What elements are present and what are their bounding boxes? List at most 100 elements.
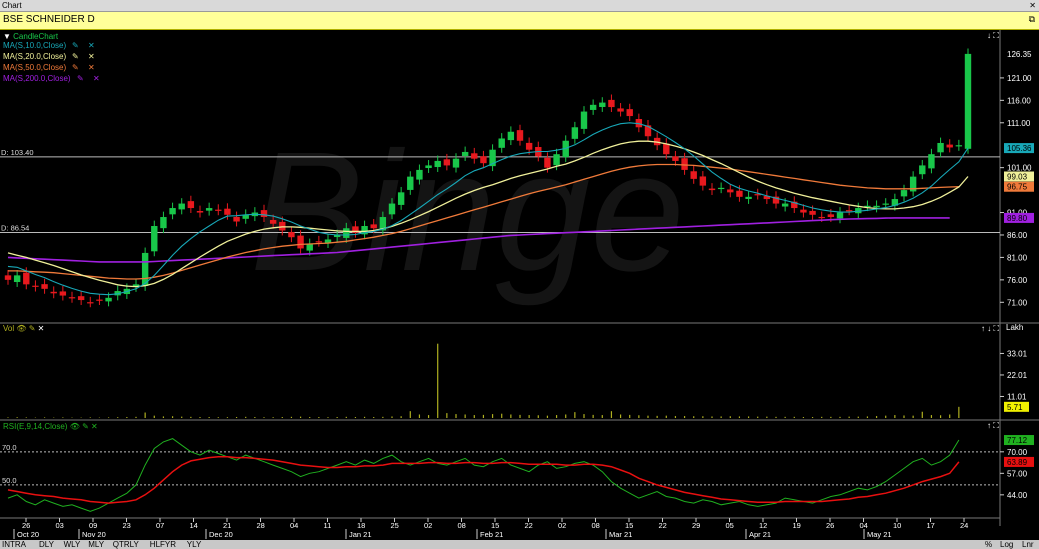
price-badge-label: 96.75	[1007, 183, 1028, 192]
x-tick-label: 25	[391, 521, 399, 530]
candle	[297, 235, 304, 249]
x-tick-label: 14	[190, 521, 198, 530]
candle	[434, 160, 441, 168]
volume-tick-label: 33.01	[1007, 349, 1028, 358]
timeframe-tab-dly[interactable]: DLY	[39, 540, 54, 549]
price-badge-label: 89.80	[1007, 214, 1028, 223]
candle	[397, 192, 405, 205]
candle	[827, 214, 835, 218]
rsi-tick-label: 70.00	[1007, 448, 1028, 457]
reference-line-label: D: 86.54	[1, 224, 29, 233]
candle	[809, 210, 816, 215]
timeframe-tab-yly[interactable]: YLY	[187, 540, 202, 549]
candle	[873, 205, 880, 208]
candle	[589, 104, 597, 110]
panel-control-icon[interactable]: ↓ ⛶	[987, 31, 999, 40]
panel-control-icon[interactable]: ↑ ↓ ⛶	[981, 324, 999, 333]
candle	[233, 216, 240, 222]
candle	[105, 297, 112, 302]
candle	[836, 212, 844, 219]
legend-ma10: MA(S,10.0,Close)	[3, 41, 66, 50]
panel-control-icon[interactable]: ↑ ⛶	[987, 421, 999, 430]
scale-toggle-log[interactable]: Log	[1000, 540, 1013, 549]
x-tick-label: 18	[357, 521, 365, 530]
price-tick-label: 86.00	[1007, 231, 1028, 240]
candle	[370, 224, 377, 229]
x-tick-label: 23	[123, 521, 131, 530]
volume-tick-label: 11.01	[1007, 392, 1027, 401]
volume-label: Vol 👁 ✎ ✕	[3, 324, 44, 333]
candle	[525, 142, 533, 150]
candle	[544, 157, 551, 168]
price-tick-label: 116.00	[1007, 96, 1031, 105]
x-tick-label: 19	[793, 521, 801, 530]
pencil-icon: ✎	[77, 74, 84, 83]
candle	[818, 216, 825, 219]
pencil-icon: ✎	[72, 52, 79, 61]
candle	[461, 151, 469, 156]
timeframe-tab-qtrly[interactable]: QTRLY	[113, 540, 139, 549]
candle	[452, 158, 460, 168]
x-tick-label: 02	[424, 521, 432, 530]
reference-line-label: D: 103.40	[1, 148, 34, 157]
x-month-label: Nov 20	[82, 530, 106, 539]
x-tick-label: 02	[558, 521, 566, 530]
candle	[672, 156, 679, 161]
bottom-toolbar: INTRA DLY WLY MLY QTRLY HLFYR YLY% Log Lnr	[0, 540, 1039, 549]
x-month-label: May 21	[867, 530, 892, 539]
pin-icon[interactable]: ⧉	[1029, 14, 1035, 25]
price-tick-label: 121.00	[1007, 74, 1032, 83]
rsi-tick-label: 57.00	[1007, 469, 1028, 478]
timeframe-tab-mly[interactable]: MLY	[88, 540, 104, 549]
pencil-icon: ✎	[72, 63, 79, 72]
x-month-label: Oct 20	[17, 530, 39, 539]
candle	[443, 159, 451, 166]
candle	[388, 203, 396, 215]
remove-icon: ✕	[88, 63, 95, 72]
symbol-name: BSE SCHNEIDER D	[3, 14, 95, 25]
scale-toggle-lnr[interactable]: Lnr	[1022, 540, 1034, 549]
close-icon[interactable]: ✕	[1029, 0, 1036, 11]
candle	[690, 171, 697, 179]
x-tick-label: 28	[257, 521, 265, 530]
candle	[626, 109, 633, 117]
rsi-label: RSI(E,9,14,Close) 👁 ✎ ✕	[3, 422, 98, 431]
x-tick-label: 05	[726, 521, 734, 530]
candle	[59, 291, 67, 296]
candle	[736, 190, 743, 197]
candle	[425, 165, 432, 169]
timeframe-tab-intra[interactable]: INTRA	[2, 540, 26, 549]
candle	[553, 154, 560, 166]
candle	[96, 299, 103, 301]
timeframe-tab-hlfyr[interactable]: HLFYR	[150, 540, 176, 549]
rsi-badge-label: 77.12	[1007, 436, 1028, 445]
candle	[306, 243, 313, 251]
price-tick-label: 76.00	[1007, 276, 1028, 285]
candle	[416, 169, 423, 180]
price-badge-label: 105.36	[1007, 144, 1032, 153]
candle	[23, 272, 30, 285]
candle	[215, 209, 222, 211]
x-tick-label: 04	[860, 521, 868, 530]
candle	[663, 143, 670, 155]
candle	[471, 153, 478, 159]
x-month-label: Feb 21	[480, 530, 503, 539]
x-tick-label: 10	[893, 521, 901, 530]
candle	[187, 201, 195, 209]
candle	[946, 144, 953, 148]
legend-candle: ▼ CandleChart	[3, 32, 59, 41]
rsi-tick-label: 44.00	[1007, 491, 1028, 500]
timeframe-tab-wly[interactable]: WLY	[64, 540, 81, 549]
candle	[745, 196, 752, 199]
scale-toggle-percent[interactable]: %	[985, 540, 992, 549]
symbol-bar: BSE SCHNEIDER D ⧉	[0, 12, 1039, 30]
volume-tick-label: 22.01	[1007, 371, 1028, 380]
candle	[845, 210, 853, 212]
candle	[160, 217, 167, 229]
chart-canvas[interactable]: Binge ▼ CandleChart MA(S,10.0,Close) MA(…	[0, 30, 1039, 540]
remove-icon: ✕	[88, 52, 95, 61]
x-tick-label: 04	[290, 521, 298, 530]
x-tick-label: 15	[625, 521, 633, 530]
x-tick-label: 21	[223, 521, 231, 530]
rsi-badge-label: 63.89	[1007, 458, 1028, 467]
